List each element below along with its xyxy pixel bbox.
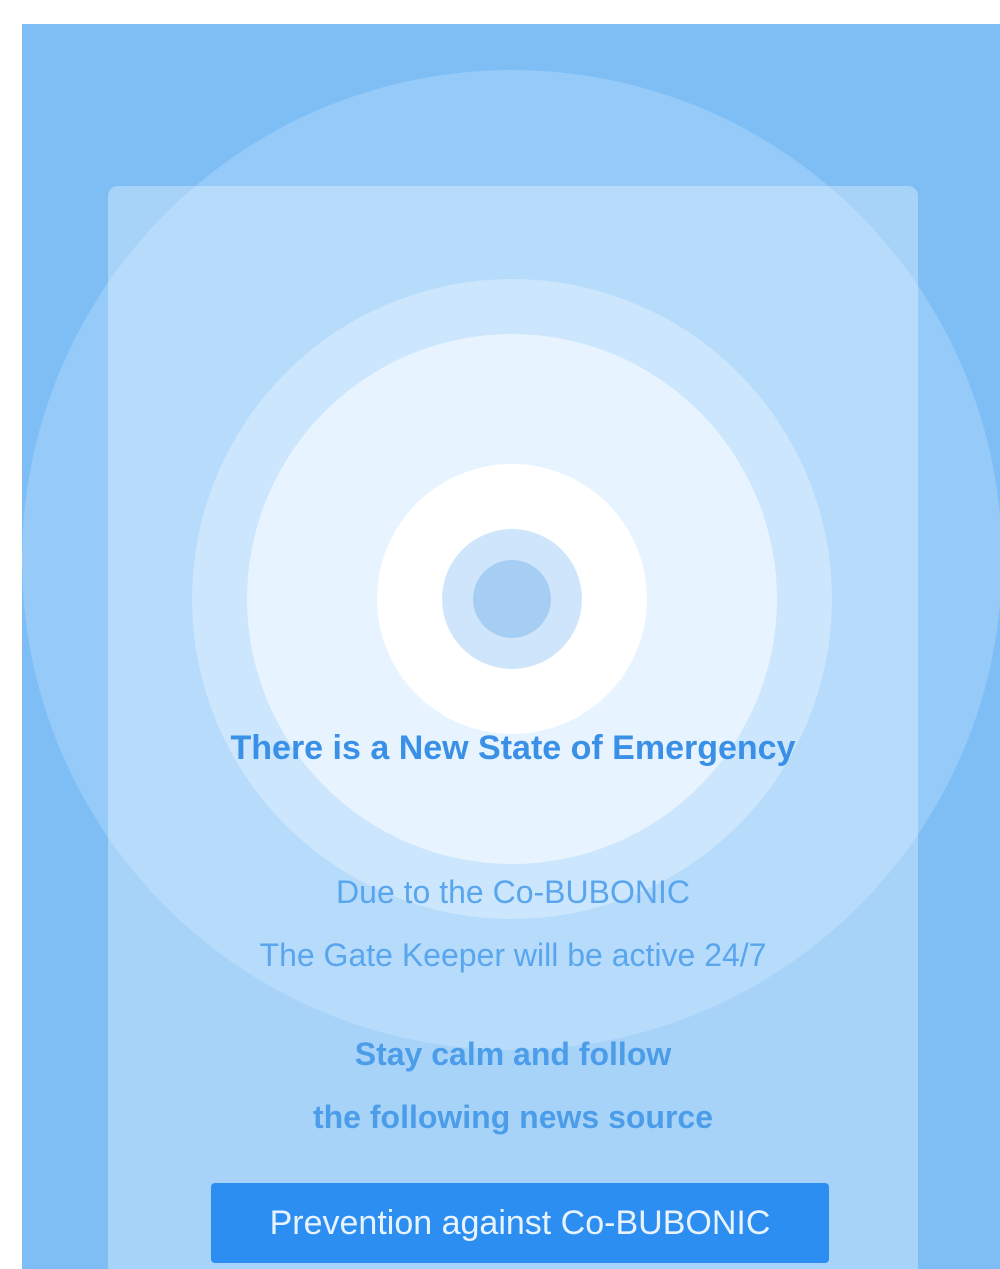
alert-message-line-1: Due to the Co-BUBONIC xyxy=(336,874,690,910)
alert-headline: There is a New State of Emergency xyxy=(230,729,796,767)
prevention-button[interactable]: Prevention against Co-BUBONIC xyxy=(211,1183,829,1263)
alert-message-line-2: The Gate Keeper will be active 24/7 xyxy=(259,937,767,973)
emergency-screen: There is a New State of Emergency Due to… xyxy=(22,24,1000,1269)
alert-instruction-line-2: the following news source xyxy=(312,1099,714,1135)
radar-pulse-dot xyxy=(473,560,551,638)
alert-instruction-line-1: Stay calm and follow xyxy=(354,1036,672,1072)
